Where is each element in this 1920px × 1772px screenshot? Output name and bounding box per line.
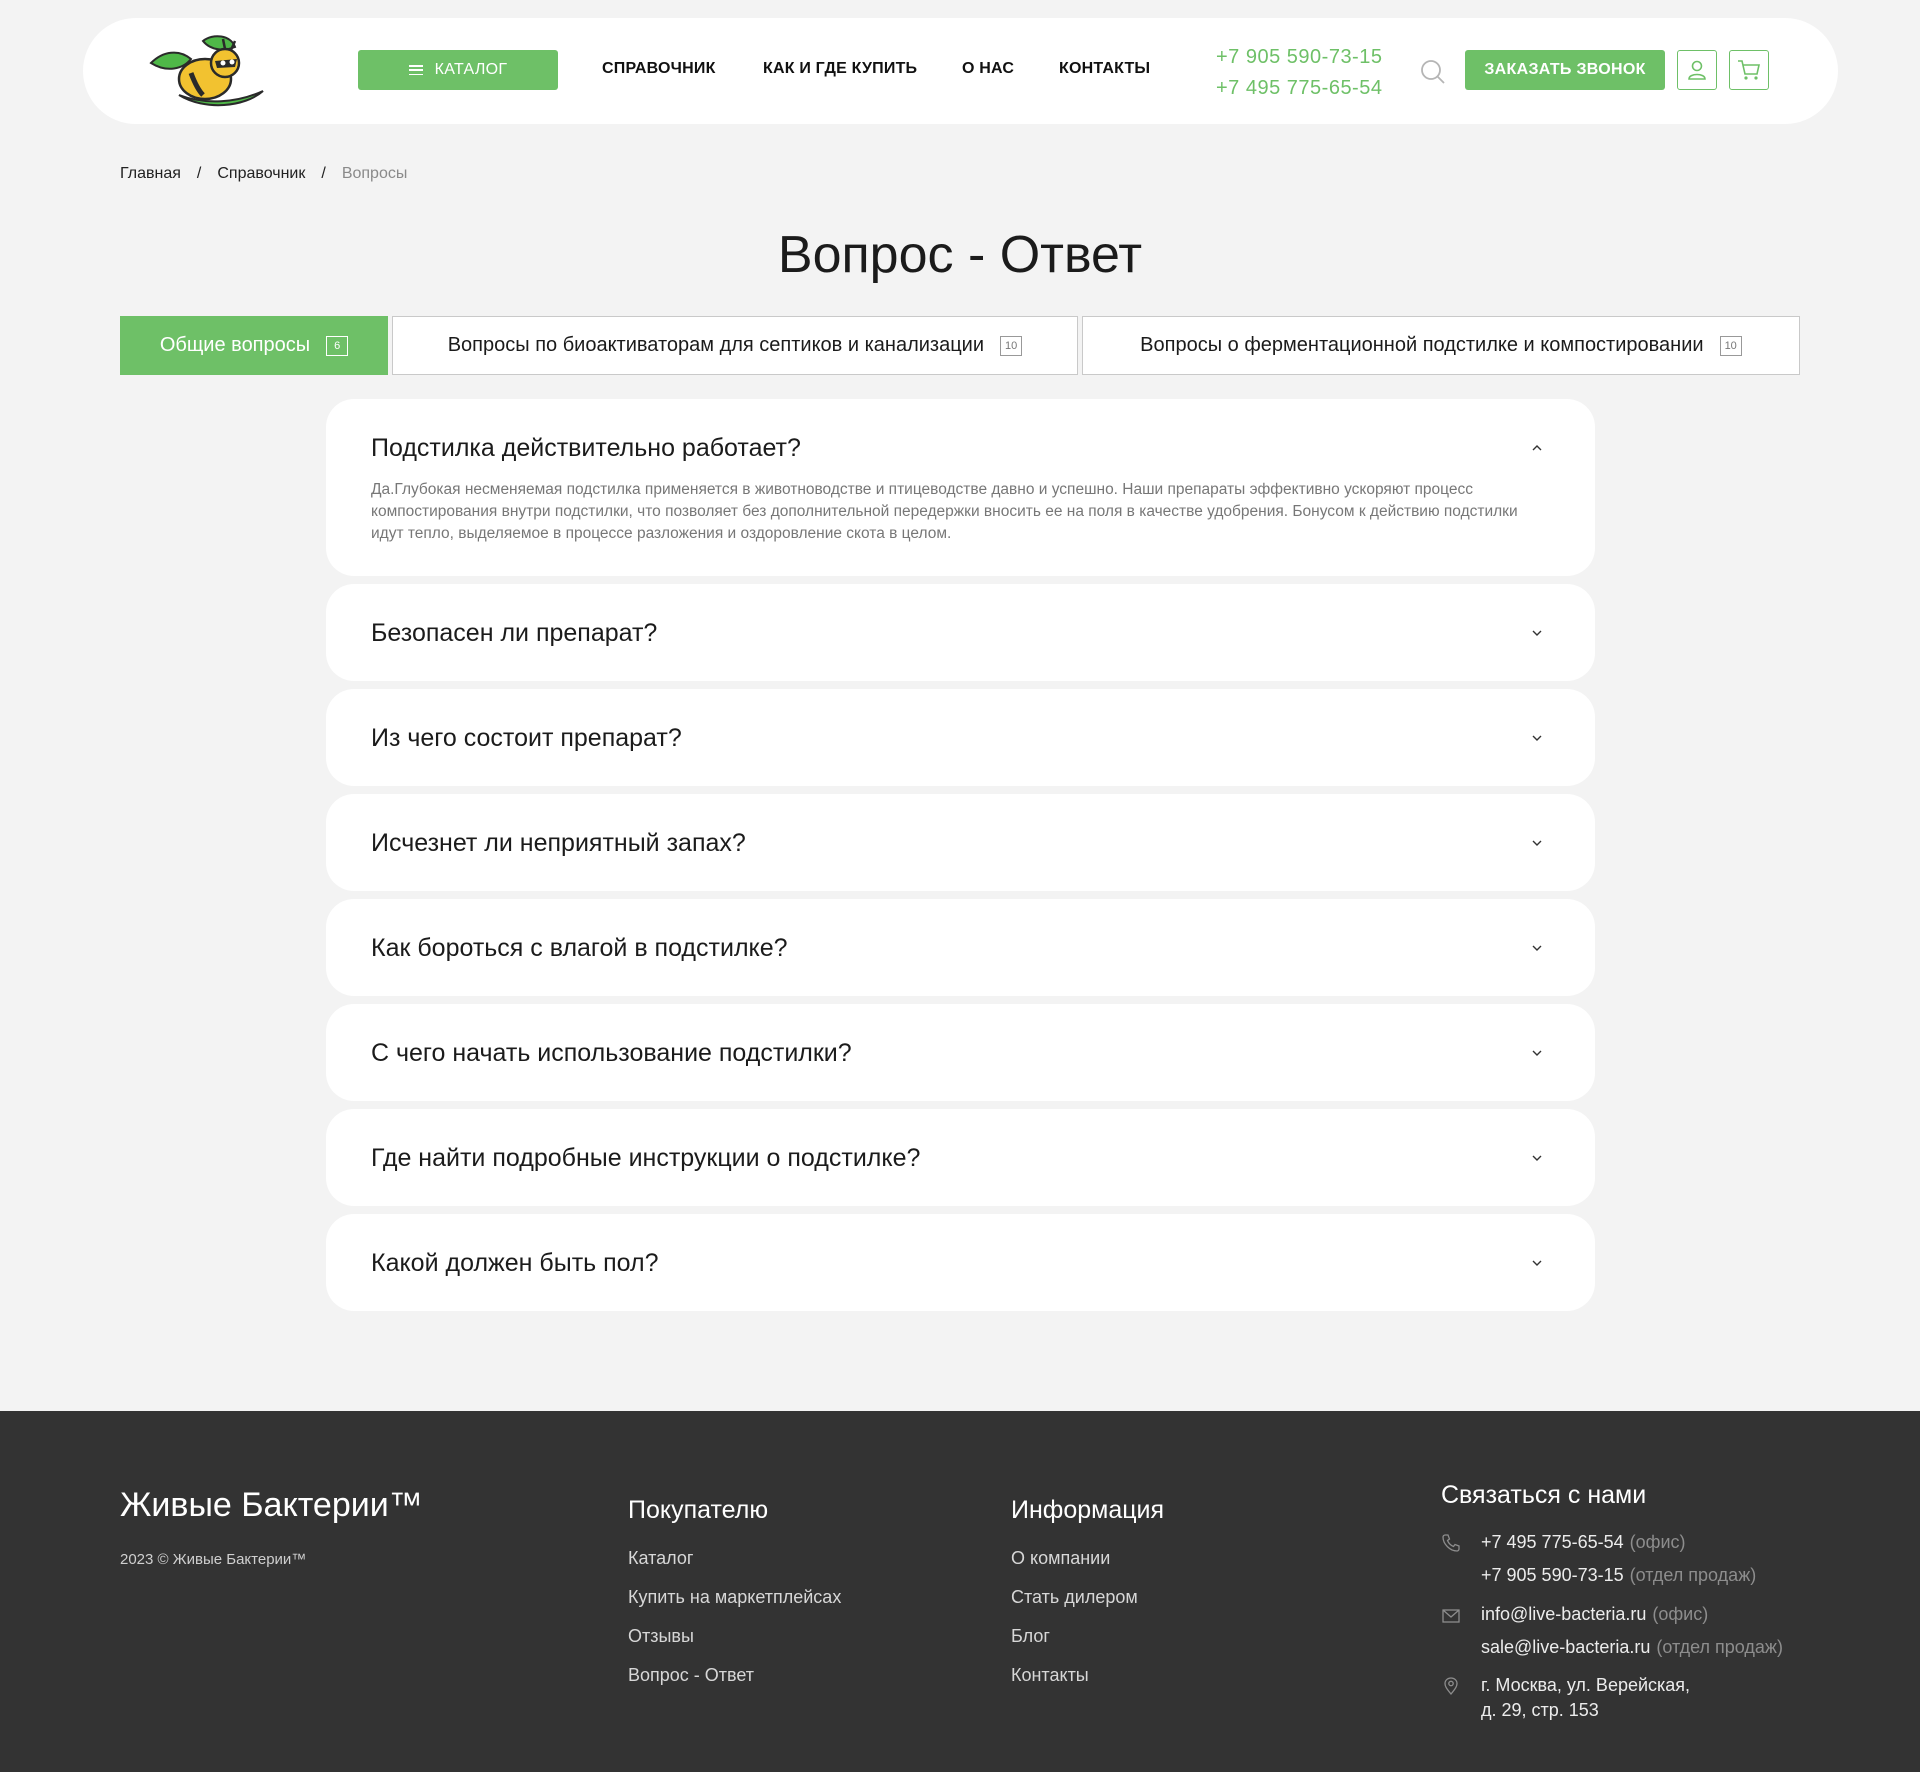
email-address[interactable]: sale@live-bacteria.ru (1481, 1637, 1650, 1657)
phone-number[interactable]: +7 495 775-65-54 (1481, 1532, 1624, 1552)
tab-label: Вопросы по биоактиваторам для септиков и… (447, 334, 985, 356)
chevron-up-icon[interactable] (1531, 442, 1543, 454)
cart-button[interactable] (1729, 50, 1769, 90)
tab-general-questions[interactable]: Общие вопросы 6 (120, 316, 388, 375)
menu-icon (408, 65, 423, 75)
site-header: КАТАЛОГ СПРАВОЧНИК КАК И ГДЕ КУПИТЬ О НА… (83, 18, 1838, 124)
footer-link-dealer[interactable]: Стать дилером (1011, 1578, 1164, 1617)
email-address[interactable]: info@live-bacteria.ru (1481, 1604, 1646, 1624)
phone-link[interactable]: +7 495 775-65-54 (1216, 73, 1382, 104)
tab-count-badge: 10 (1000, 335, 1023, 356)
chevron-down-icon[interactable] (1531, 837, 1543, 849)
footer-contact-column: Связаться с нами +7 495 775-65-54 (офис) … (1441, 1481, 1783, 1720)
chevron-down-icon[interactable] (1531, 1257, 1543, 1269)
location-pin-icon (1444, 1677, 1458, 1696)
faq-item[interactable]: С чего начать использование подстилки? (326, 1004, 1595, 1101)
nav-item-contacts[interactable]: КОНТАКТЫ (1059, 60, 1150, 78)
footer-brand[interactable]: Живые Бактерии™ (120, 1486, 423, 1525)
breadcrumb-separator: / (196, 165, 202, 182)
footer-link-faq[interactable]: Вопрос - Ответ (628, 1656, 841, 1695)
catalog-button[interactable]: КАТАЛОГ (358, 50, 558, 90)
mail-icon (1442, 1609, 1460, 1623)
tab-label: Вопросы о ферментационной подстилке и ко… (1140, 334, 1704, 356)
footer-phone-office[interactable]: +7 495 775-65-54 (офис) (1481, 1532, 1686, 1553)
chevron-down-icon[interactable] (1531, 1152, 1543, 1164)
tab-fermentation-bedding[interactable]: Вопросы о ферментационной подстилке и ко… (1082, 316, 1800, 375)
tab-label: Общие вопросы (159, 334, 311, 356)
phone-number[interactable]: +7 905 590-73-15 (1481, 1565, 1624, 1585)
faq-answer: Да.Глубокая несменяемая подстилка примен… (371, 481, 1518, 542)
logo-bee-icon[interactable] (145, 33, 265, 109)
phone-icon (1442, 1534, 1460, 1552)
nav-item-reference[interactable]: СПРАВОЧНИК (602, 60, 716, 78)
footer-address-line2: д. 29, стр. 153 (1481, 1700, 1599, 1720)
breadcrumb-home[interactable]: Главная (120, 165, 181, 183)
chevron-down-icon[interactable] (1531, 1047, 1543, 1059)
faq-question[interactable]: Из чего состоит препарат? (371, 689, 682, 787)
tab-count-badge: 10 (1719, 335, 1742, 356)
footer-email-office[interactable]: info@live-bacteria.ru (офис) (1481, 1604, 1708, 1625)
faq-question[interactable]: Безопасен ли препарат? (371, 584, 657, 682)
breadcrumb: Главная / Справочник / Вопросы (120, 165, 407, 183)
footer-link-contacts[interactable]: Контакты (1011, 1656, 1164, 1695)
faq-question[interactable]: Какой должен быть пол? (371, 1214, 659, 1312)
user-icon (1688, 60, 1706, 80)
header-phones: +7 905 590-73-15 +7 495 775-65-54 (1216, 42, 1382, 104)
footer-link-catalog[interactable]: Каталог (628, 1539, 841, 1578)
email-note: (отдел продаж) (1656, 1637, 1783, 1657)
nav-item-how-to-buy[interactable]: КАК И ГДЕ КУПИТЬ (763, 60, 917, 78)
footer-copyright: 2023 © Живые Бактерии™ (120, 1551, 307, 1568)
chevron-down-icon[interactable] (1531, 627, 1543, 639)
faq-item[interactable]: Как бороться с влагой в подстилке? (326, 899, 1595, 996)
order-call-button[interactable]: ЗАКАЗАТЬ ЗВОНОК (1465, 50, 1665, 90)
site-footer: Живые Бактерии™ 2023 © Живые Бактерии™ П… (0, 1411, 1920, 1772)
faq-item[interactable]: Подстилка действительно работает? Да.Глу… (326, 399, 1595, 576)
footer-info-column: Информация О компании Стать дилером Блог… (1011, 1496, 1164, 1695)
faq-item[interactable]: Какой должен быть пол? (326, 1214, 1595, 1311)
chevron-down-icon[interactable] (1531, 732, 1543, 744)
footer-link-marketplaces[interactable]: Купить на маркетплейсах (628, 1578, 841, 1617)
page-title: Вопрос - Ответ (777, 226, 1143, 284)
footer-column-title: Информация (1011, 1496, 1165, 1524)
email-note: (офис) (1652, 1604, 1709, 1624)
footer-address-line1: г. Москва, ул. Верейская, (1481, 1675, 1691, 1695)
footer-buyer-column: Покупателю Каталог Купить на маркетплейс… (628, 1496, 841, 1695)
breadcrumb-separator: / (321, 165, 326, 182)
footer-phone-sales[interactable]: +7 905 590-73-15 (отдел продаж) (1481, 1565, 1756, 1586)
cart-icon (1738, 60, 1760, 80)
search-icon[interactable] (1419, 58, 1447, 86)
faq-question[interactable]: Где найти подробные инструкции о подстил… (371, 1109, 920, 1207)
chevron-down-icon[interactable] (1531, 942, 1543, 954)
footer-link-blog[interactable]: Блог (1011, 1617, 1164, 1656)
faq-item[interactable]: Где найти подробные инструкции о подстил… (326, 1109, 1595, 1206)
phone-link[interactable]: +7 905 590-73-15 (1216, 42, 1382, 73)
account-button[interactable] (1677, 50, 1717, 90)
footer-email-sales[interactable]: sale@live-bacteria.ru (отдел продаж) (1481, 1637, 1783, 1658)
faq-question[interactable]: Как бороться с влагой в подстилке? (371, 899, 788, 997)
faq-question[interactable]: С чего начать использование подстилки? (371, 1004, 852, 1102)
nav-item-about[interactable]: О НАС (962, 60, 1014, 78)
phone-note: (отдел продаж) (1629, 1565, 1757, 1585)
footer-link-reviews[interactable]: Отзывы (628, 1617, 841, 1656)
phone-note: (офис) (1629, 1532, 1686, 1552)
faq-item[interactable]: Из чего состоит препарат? (326, 689, 1595, 786)
faq-question[interactable]: Исчезнет ли неприятный запах? (371, 794, 746, 892)
breadcrumb-reference[interactable]: Справочник (217, 165, 305, 183)
catalog-label: КАТАЛОГ (434, 61, 508, 78)
faq-item[interactable]: Безопасен ли препарат? (326, 584, 1595, 681)
footer-link-about[interactable]: О компании (1011, 1539, 1164, 1578)
footer-column-title: Связаться с нами (1441, 1481, 1647, 1509)
footer-column-title: Покупателю (628, 1496, 769, 1524)
tab-septic-bioactivators[interactable]: Вопросы по биоактиваторам для септиков и… (392, 316, 1078, 375)
breadcrumb-current: Вопросы (341, 165, 408, 182)
tab-count-badge: 6 (326, 335, 349, 356)
faq-item[interactable]: Исчезнет ли неприятный запах? (326, 794, 1595, 891)
